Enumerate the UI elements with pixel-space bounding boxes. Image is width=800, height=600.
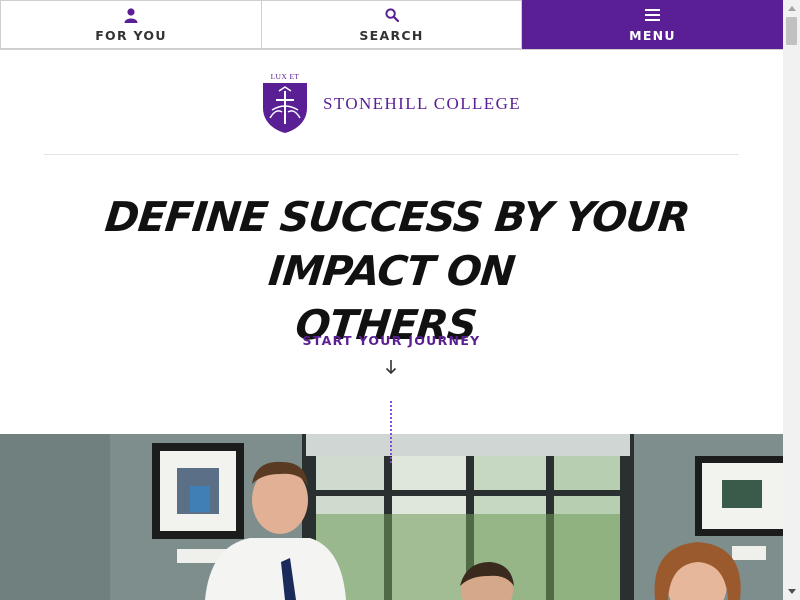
arrow-down-icon[interactable]: [383, 358, 399, 376]
college-name: STONEHILL COLLEGE: [323, 94, 522, 113]
menu-label: MENU: [629, 28, 676, 43]
start-journey-link[interactable]: START YOUR JOURNEY: [0, 333, 783, 348]
top-navigation: FOR YOU SEARCH MENU: [0, 0, 783, 50]
scroll-thumb[interactable]: [786, 17, 797, 45]
search-icon: [384, 6, 399, 24]
scroll-up-arrow-icon[interactable]: [783, 0, 800, 17]
search-button[interactable]: SEARCH: [261, 0, 522, 49]
hamburger-icon: [645, 6, 660, 24]
person-icon: [124, 6, 138, 24]
vertical-scrollbar[interactable]: [783, 0, 800, 600]
hero-headline: DEFINE SUCCESS BY YOUR IMPACT ON OTHERS: [31, 190, 751, 352]
header-divider: [44, 154, 739, 155]
headline-line-1: DEFINE SUCCESS BY YOUR IMPACT ON: [102, 193, 692, 295]
for-you-label: FOR YOU: [95, 28, 167, 43]
for-you-button[interactable]: FOR YOU: [0, 0, 261, 49]
menu-button[interactable]: MENU: [522, 0, 783, 49]
scroll-indicator-line: [390, 401, 392, 463]
search-label: SEARCH: [359, 28, 424, 43]
scroll-down-arrow-icon[interactable]: [783, 583, 800, 600]
shield-icon: [262, 82, 308, 139]
